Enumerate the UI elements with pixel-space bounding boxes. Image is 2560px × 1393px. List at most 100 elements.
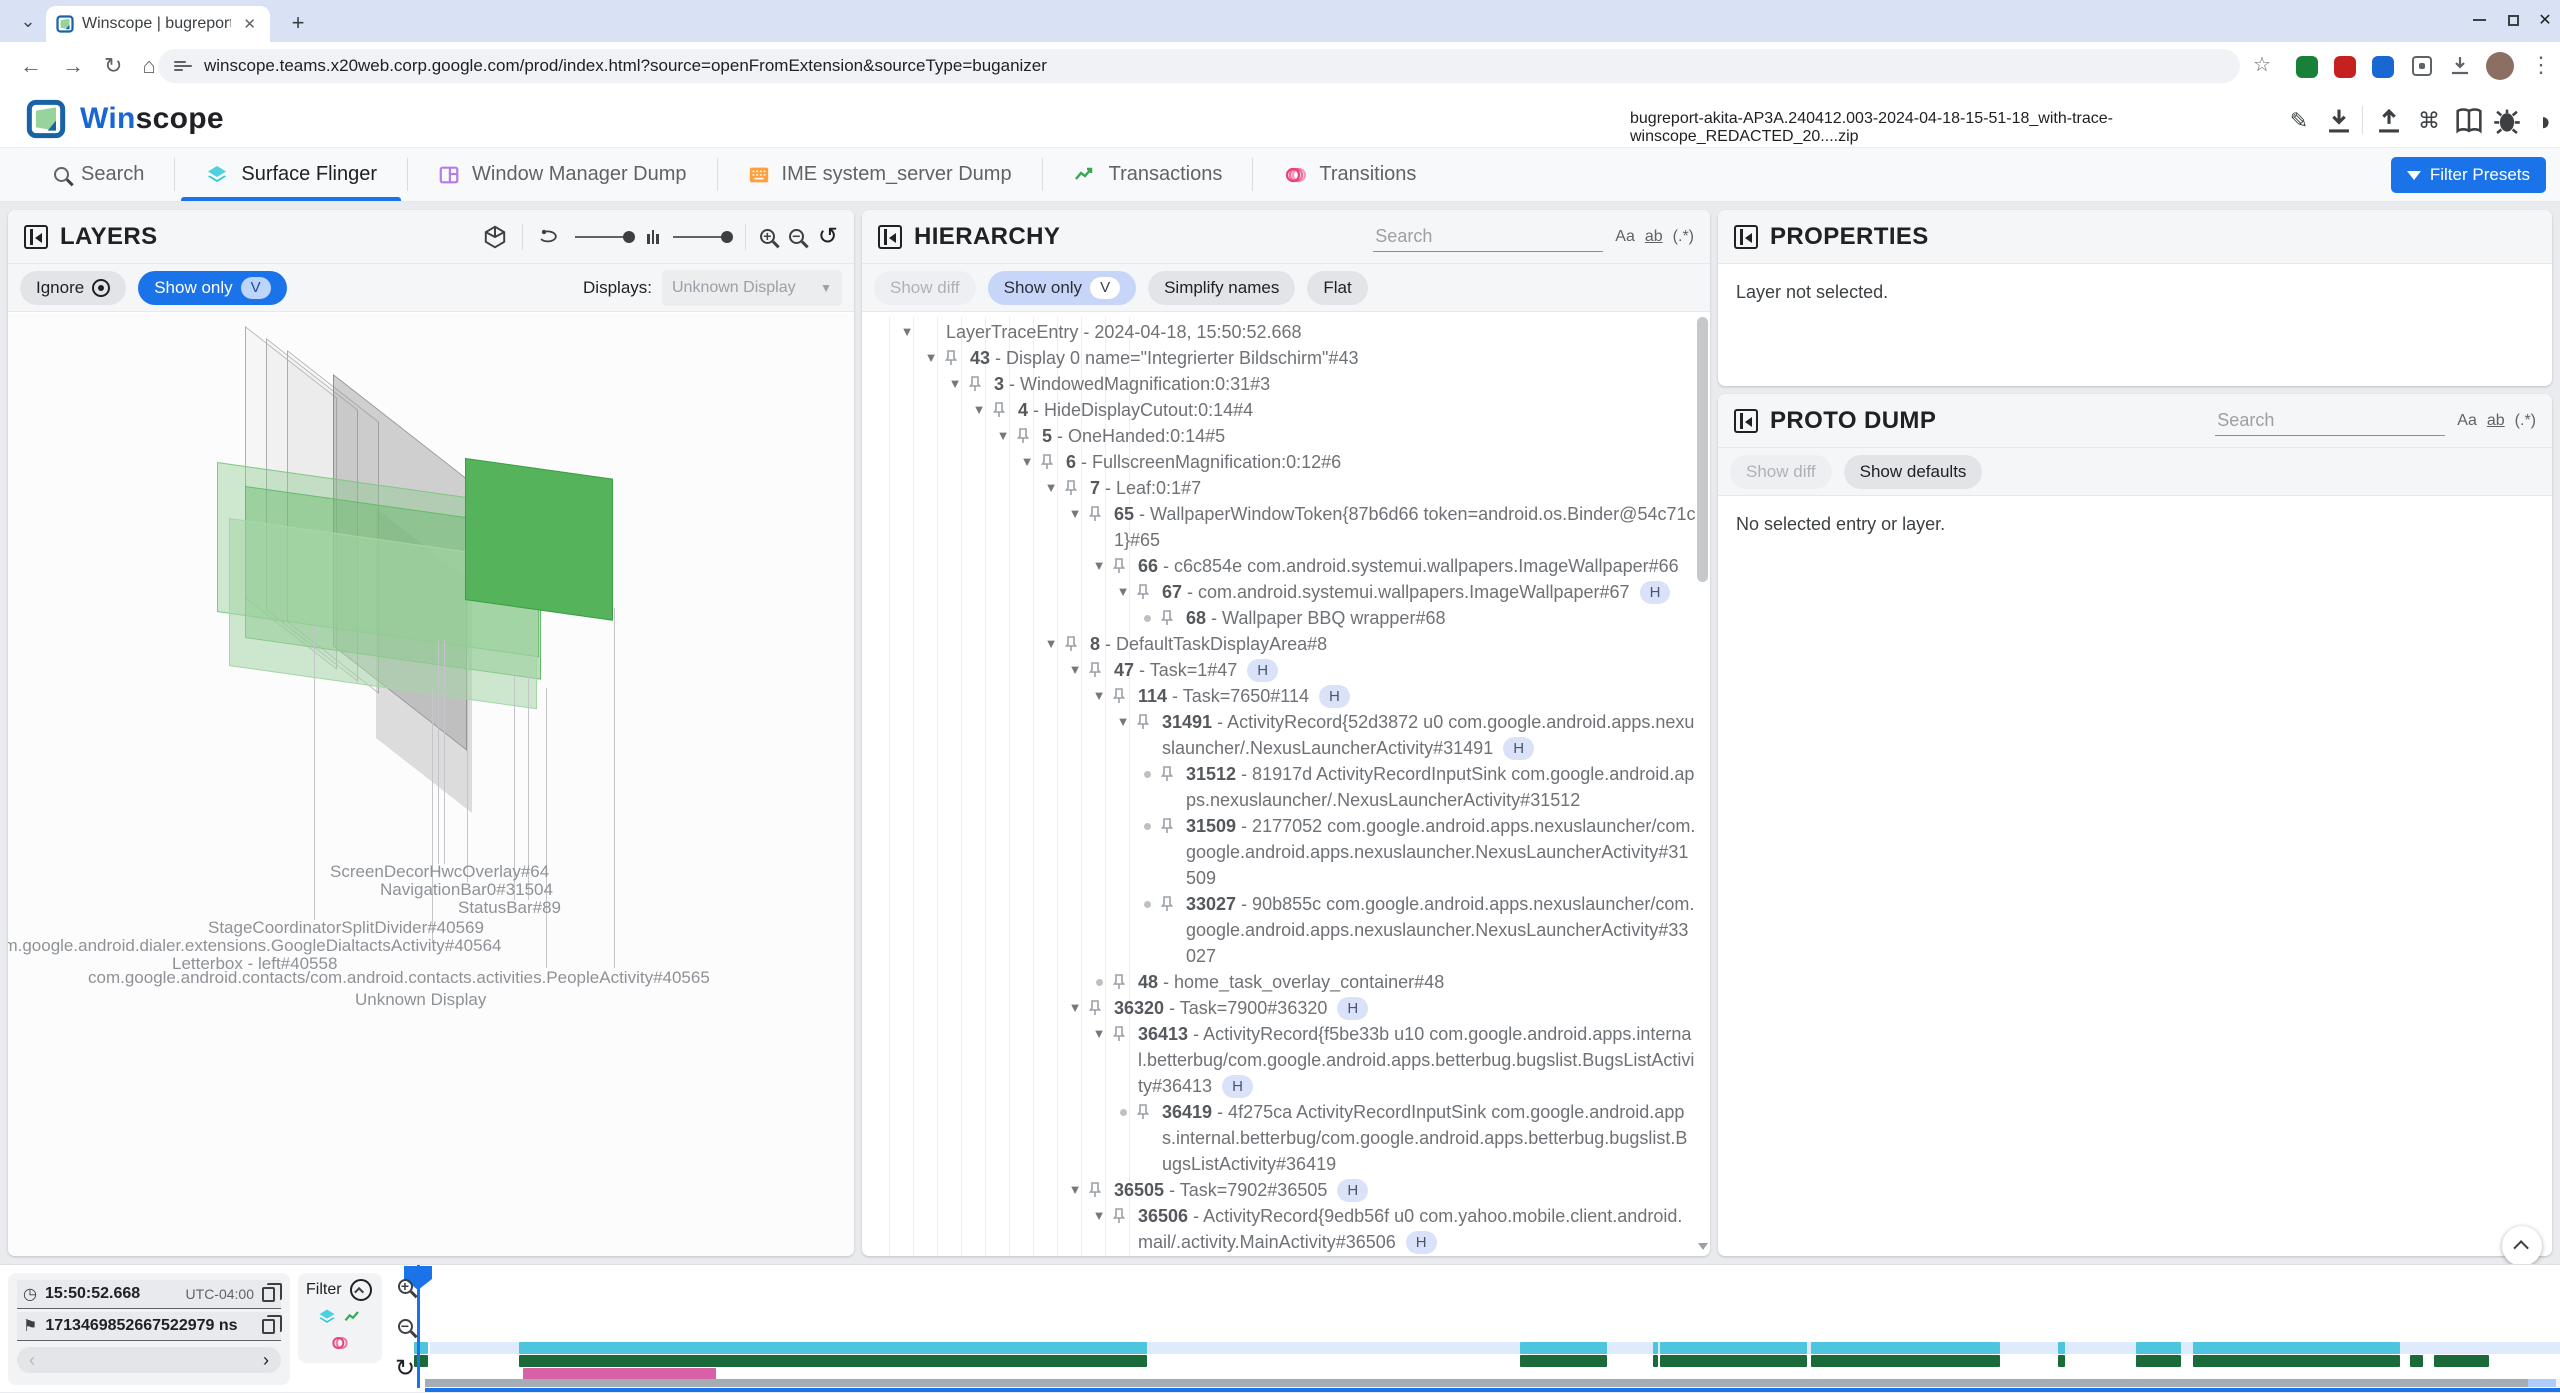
- expand-arrow-icon[interactable]: ▼: [1042, 475, 1060, 501]
- hierarchy-search-input[interactable]: [1373, 222, 1603, 252]
- browser-tab[interactable]: Winscope | bugreport-ak ✕: [46, 6, 270, 42]
- display-select[interactable]: Unknown Display ▼: [662, 270, 842, 306]
- chip-show-defaults[interactable]: Show defaults: [1844, 455, 1983, 489]
- hierarchy-node[interactable]: ▼8 - DefaultTaskDisplayArea#8: [880, 631, 1696, 657]
- tab-ime-dump[interactable]: IME system_server Dump: [718, 148, 1042, 201]
- hierarchy-node[interactable]: ▼LayerTraceEntry - 2024-04-18, 15:50:52.…: [880, 319, 1696, 345]
- expand-arrow-icon[interactable]: ▼: [922, 345, 940, 371]
- layer-3d-label[interactable]: Unknown Display: [355, 990, 486, 1010]
- pin-icon[interactable]: [1016, 428, 1030, 444]
- spacing-slider[interactable]: [673, 236, 731, 238]
- tab-search[interactable]: Search: [24, 148, 174, 201]
- proto-search-input[interactable]: [2215, 406, 2445, 436]
- collapse-filter-button[interactable]: [350, 1279, 372, 1301]
- pin-icon[interactable]: [1112, 688, 1126, 704]
- hierarchy-node[interactable]: ▼31491 - ActivityRecord{52d3872 u0 com.g…: [880, 709, 1696, 761]
- hierarchy-node[interactable]: ▼3 - WindowedMagnification:0:31#3: [880, 371, 1696, 397]
- trace-segment[interactable]: [1520, 1342, 1607, 1354]
- chip-flat[interactable]: Flat: [1307, 271, 1367, 305]
- trace-segment[interactable]: [2058, 1355, 2065, 1367]
- filter-presets-button[interactable]: Filter Presets: [2391, 157, 2546, 193]
- pin-icon[interactable]: [968, 376, 982, 392]
- trace-segment[interactable]: [1811, 1355, 2000, 1367]
- shortcuts-icon[interactable]: ⌘: [2412, 104, 2446, 138]
- report-bug-icon[interactable]: [2490, 104, 2524, 138]
- expand-arrow-icon[interactable]: ▼: [1018, 449, 1036, 475]
- tab-surface-flinger[interactable]: Surface Flinger: [175, 148, 407, 201]
- expand-arrow-icon[interactable]: ▼: [994, 423, 1012, 449]
- expand-arrow-icon[interactable]: ▼: [1066, 501, 1084, 527]
- trace-segment[interactable]: [519, 1342, 1147, 1354]
- trace-segment[interactable]: [2434, 1355, 2489, 1367]
- hierarchy-node[interactable]: 36512 - c04204e ActivityRecordInputSink …: [880, 1255, 1696, 1256]
- reset-view-icon[interactable]: ↺: [818, 227, 838, 247]
- pin-icon[interactable]: [1064, 480, 1078, 496]
- forward-icon[interactable]: →: [62, 53, 84, 79]
- hierarchy-node[interactable]: 68 - Wallpaper BBQ wrapper#68: [880, 605, 1696, 631]
- pin-icon[interactable]: [1160, 896, 1174, 912]
- expand-arrow-icon[interactable]: ▼: [1090, 1021, 1108, 1047]
- trace-segment[interactable]: [1660, 1355, 1807, 1367]
- expand-arrow-icon[interactable]: ▼: [1066, 657, 1084, 683]
- zoom-in-icon[interactable]: +: [760, 229, 775, 244]
- ignore-chip[interactable]: Ignore: [20, 271, 126, 305]
- hierarchy-node[interactable]: ▼67 - com.android.systemui.wallpapers.Im…: [880, 579, 1696, 605]
- match-case-icon[interactable]: Aa: [1615, 228, 1635, 246]
- match-word-icon[interactable]: ab: [1645, 228, 1663, 246]
- edit-filename-icon[interactable]: ✎: [2282, 104, 2316, 138]
- hierarchy-scrollbar[interactable]: [1697, 317, 1708, 1250]
- expand-arrow-icon[interactable]: ▼: [1114, 709, 1132, 735]
- hierarchy-node[interactable]: ▼5 - OneHanded:0:14#5: [880, 423, 1696, 449]
- layer-3d-label[interactable]: StageCoordinatorSplitDivider#40569: [208, 918, 484, 938]
- 3d-cube-icon[interactable]: [482, 224, 508, 250]
- timeline-zoom-out-icon[interactable]: −: [398, 1319, 413, 1334]
- layers-3d-canvas[interactable]: ScreenDecorHwcOverlay#64NavigationBar0#3…: [8, 313, 854, 1256]
- expand-arrow-icon[interactable]: ▼: [1066, 995, 1084, 1021]
- layer-3d-label[interactable]: com.google.android.contacts/com.android.…: [88, 968, 710, 988]
- pin-icon[interactable]: [1112, 1208, 1126, 1224]
- hierarchy-node[interactable]: 31512 - 81917d ActivityRecordInputSink c…: [880, 761, 1696, 813]
- expand-arrow-icon[interactable]: ▼: [1066, 1177, 1084, 1203]
- window-close-button[interactable]: ✕: [2530, 6, 2560, 34]
- pin-icon[interactable]: [1088, 1182, 1102, 1198]
- pin-icon[interactable]: [1088, 662, 1102, 678]
- pin-icon[interactable]: [1160, 766, 1174, 782]
- match-case-icon[interactable]: Aa: [2457, 412, 2477, 430]
- expand-arrow-icon[interactable]: ▼: [946, 371, 964, 397]
- timeline-scrollbar[interactable]: [425, 1379, 2560, 1387]
- hierarchy-node[interactable]: ▼7 - Leaf:0:1#7: [880, 475, 1696, 501]
- trace-segment[interactable]: [519, 1355, 1147, 1367]
- expand-arrow-icon[interactable]: ▼: [1090, 553, 1108, 579]
- extension-icon[interactable]: [2334, 56, 2356, 78]
- hierarchy-node[interactable]: 48 - home_task_overlay_container#48: [880, 969, 1696, 995]
- downloads-icon[interactable]: [2448, 54, 2472, 78]
- trace-segment[interactable]: [1660, 1342, 1807, 1354]
- collapse-panel-icon[interactable]: [24, 225, 48, 249]
- window-minimize-button[interactable]: [2464, 6, 2494, 34]
- layer-rect[interactable]: [465, 458, 613, 621]
- tab-search-icon[interactable]: ⌄: [14, 8, 42, 36]
- trace-segment[interactable]: [2193, 1355, 2400, 1367]
- timeline-zoom-in-icon[interactable]: +: [398, 1279, 413, 1294]
- expand-arrow-icon[interactable]: ▼: [1090, 1203, 1108, 1229]
- hierarchy-node[interactable]: 33027 - 90b855c com.google.android.apps.…: [880, 891, 1696, 969]
- previous-entry-icon[interactable]: ‹: [29, 1350, 35, 1371]
- expand-arrow-icon[interactable]: ▼: [1114, 579, 1132, 605]
- collapse-panel-icon[interactable]: [1734, 225, 1758, 249]
- pin-icon[interactable]: [1136, 714, 1150, 730]
- layer-3d-label[interactable]: om.google.android.dialer.extensions.Goog…: [8, 936, 501, 956]
- expand-arrow-icon[interactable]: ▼: [970, 397, 988, 423]
- trace-segment[interactable]: [2410, 1355, 2423, 1367]
- hierarchy-node[interactable]: ▼6 - FullscreenMagnification:0:12#6: [880, 449, 1696, 475]
- trace-segment[interactable]: [2136, 1342, 2181, 1354]
- pin-icon[interactable]: [992, 402, 1006, 418]
- rotation-slider[interactable]: [575, 236, 633, 238]
- tab-window-manager-dump[interactable]: Window Manager Dump: [408, 148, 717, 201]
- layer-3d-label[interactable]: StatusBar#89: [458, 898, 561, 918]
- trace-segment[interactable]: [1653, 1342, 1658, 1354]
- hierarchy-node[interactable]: 36419 - 4f275ca ActivityRecordInputSink …: [880, 1099, 1696, 1177]
- scrollbar-thumb[interactable]: [1697, 317, 1708, 582]
- hierarchy-node[interactable]: ▼36320 - Task=7900#36320H: [880, 995, 1696, 1021]
- browser-menu-icon[interactable]: ⋮: [2530, 52, 2552, 78]
- pin-icon[interactable]: [1064, 636, 1078, 652]
